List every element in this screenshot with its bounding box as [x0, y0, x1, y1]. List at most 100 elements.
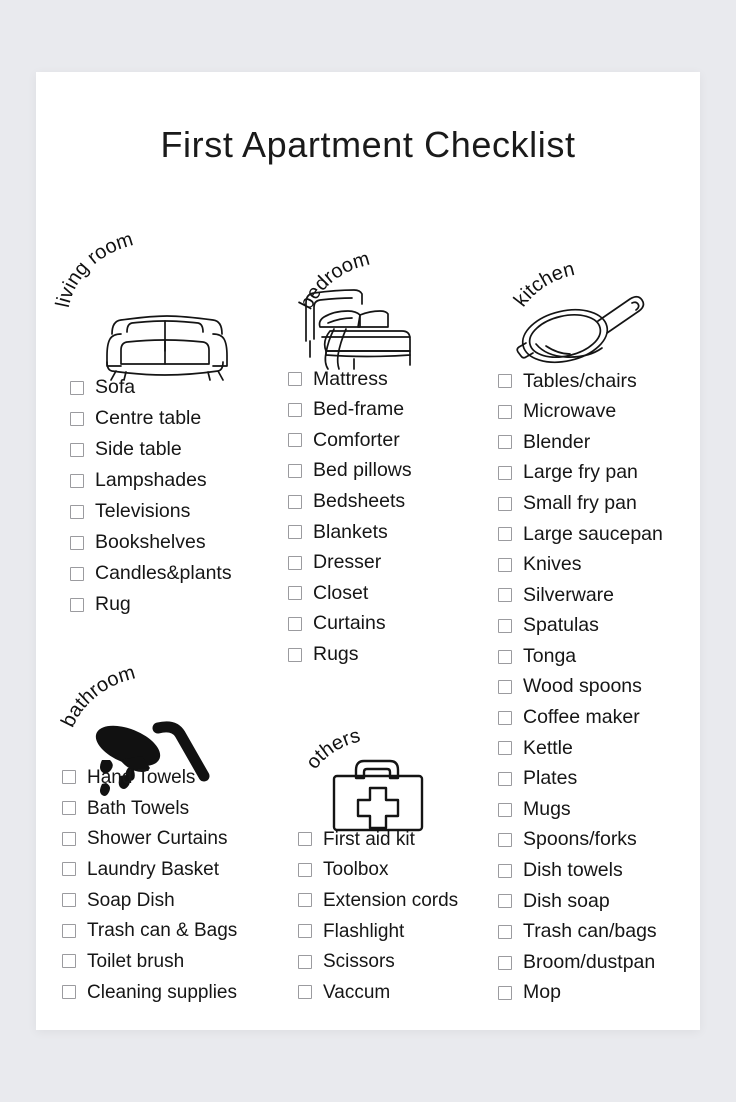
checklist-row[interactable]: Bed pillows [288, 456, 488, 487]
checklist-row[interactable]: Bedsheets [288, 486, 488, 517]
checklist-row[interactable]: Side table [70, 434, 290, 465]
checklist-row[interactable]: Soap Dish [62, 885, 312, 916]
checklist-row[interactable]: Televisions [70, 496, 290, 527]
checkbox[interactable] [70, 411, 84, 426]
checkbox[interactable] [498, 374, 512, 389]
checkbox[interactable] [288, 647, 302, 662]
checklist-row[interactable]: Blankets [288, 517, 488, 548]
checklist-row[interactable]: Closet [288, 578, 488, 609]
checklist-row[interactable]: Mugs [498, 794, 700, 825]
checkbox[interactable] [498, 710, 512, 725]
checkbox[interactable] [70, 380, 84, 395]
checklist-row[interactable]: Small fry pan [498, 488, 700, 519]
checklist-row[interactable]: Dish soap [498, 886, 700, 917]
checklist-row[interactable]: Bed-frame [288, 395, 488, 426]
checklist-row[interactable]: Sofa [70, 372, 290, 403]
checkbox[interactable] [70, 597, 84, 612]
checkbox[interactable] [288, 433, 302, 448]
checklist-row[interactable]: Mop [498, 978, 700, 1009]
checkbox[interactable] [498, 588, 512, 603]
checkbox[interactable] [298, 832, 312, 847]
checklist-row[interactable]: Dresser [288, 548, 488, 579]
checkbox[interactable] [298, 924, 312, 939]
checkbox[interactable] [288, 525, 302, 540]
checkbox[interactable] [498, 649, 512, 664]
checklist-row[interactable]: Microwave [498, 397, 700, 428]
checkbox[interactable] [498, 680, 512, 695]
checkbox[interactable] [288, 586, 302, 601]
checkbox[interactable] [70, 535, 84, 550]
checkbox[interactable] [62, 801, 76, 816]
checkbox[interactable] [288, 617, 302, 632]
checklist-row[interactable]: Trash can/bags [498, 917, 700, 948]
checklist-row[interactable]: Rug [70, 589, 290, 620]
checklist-row[interactable]: Large fry pan [498, 458, 700, 489]
checkbox[interactable] [288, 372, 302, 387]
checklist-row[interactable]: Lampshades [70, 465, 290, 496]
checkbox[interactable] [498, 527, 512, 542]
checklist-row[interactable]: Silverware [498, 580, 700, 611]
checklist-row[interactable]: Toolbox [298, 855, 508, 886]
checkbox[interactable] [298, 893, 312, 908]
checklist-row[interactable]: Shower Curtains [62, 823, 312, 854]
checklist-row[interactable]: Cleaning supplies [62, 977, 312, 1008]
checkbox[interactable] [288, 494, 302, 509]
checklist-row[interactable]: Flashlight [298, 916, 508, 947]
checkbox[interactable] [498, 557, 512, 572]
checklist-row[interactable]: Rugs [288, 639, 488, 670]
checkbox[interactable] [70, 566, 84, 581]
checklist-row[interactable]: Hand Towels [62, 762, 312, 793]
checkbox[interactable] [498, 772, 512, 787]
checkbox[interactable] [62, 862, 76, 877]
checkbox[interactable] [62, 893, 76, 908]
checkbox[interactable] [70, 473, 84, 488]
checklist-row[interactable]: Candles&plants [70, 558, 290, 589]
checklist-row[interactable]: Wood spoons [498, 672, 700, 703]
checklist-row[interactable]: Laundry Basket [62, 854, 312, 885]
checkbox[interactable] [498, 802, 512, 817]
checklist-row[interactable]: Trash can & Bags [62, 915, 312, 946]
checkbox[interactable] [70, 442, 84, 457]
checklist-row[interactable]: Knives [498, 550, 700, 581]
checklist-row[interactable]: Coffee maker [498, 703, 700, 734]
checkbox[interactable] [498, 435, 512, 450]
checklist-row[interactable]: Spoons/forks [498, 825, 700, 856]
checklist-row[interactable]: Spatulas [498, 611, 700, 642]
checklist-row[interactable]: Tables/chairs [498, 366, 700, 397]
checklist-row[interactable]: Comforter [288, 425, 488, 456]
checklist-row[interactable]: Mattress [288, 364, 488, 395]
checklist-row[interactable]: First aid kit [298, 824, 508, 855]
checkbox[interactable] [498, 741, 512, 756]
checklist-row[interactable]: Kettle [498, 733, 700, 764]
checkbox[interactable] [62, 770, 76, 785]
checkbox[interactable] [62, 831, 76, 846]
checklist-row[interactable]: Extension cords [298, 885, 508, 916]
checklist-row[interactable]: Tonga [498, 641, 700, 672]
checklist-row[interactable]: Broom/dustpan [498, 947, 700, 978]
checklist-row[interactable]: Bookshelves [70, 527, 290, 558]
checkbox[interactable] [62, 923, 76, 938]
checklist-row[interactable]: Centre table [70, 403, 290, 434]
checkbox[interactable] [298, 954, 312, 969]
checklist-row[interactable]: Dish towels [498, 856, 700, 887]
checklist-row[interactable]: Bath Towels [62, 793, 312, 824]
checklist-row[interactable]: Curtains [288, 609, 488, 640]
checkbox[interactable] [298, 985, 312, 1000]
checkbox[interactable] [62, 954, 76, 969]
checklist-row[interactable]: Plates [498, 764, 700, 795]
checkbox[interactable] [70, 504, 84, 519]
checkbox[interactable] [498, 496, 512, 511]
checkbox[interactable] [298, 862, 312, 877]
checklist-row[interactable]: Large saucepan [498, 519, 700, 550]
checkbox[interactable] [288, 464, 302, 479]
checkbox[interactable] [288, 402, 302, 417]
checklist-row[interactable]: Scissors [298, 946, 508, 977]
checkbox[interactable] [288, 555, 302, 570]
checkbox[interactable] [498, 619, 512, 634]
checklist-row[interactable]: Vaccum [298, 977, 508, 1008]
checklist-row[interactable]: Toilet brush [62, 946, 312, 977]
checkbox[interactable] [498, 466, 512, 481]
checkbox[interactable] [62, 985, 76, 1000]
checklist-row[interactable]: Blender [498, 427, 700, 458]
checkbox[interactable] [498, 404, 512, 419]
